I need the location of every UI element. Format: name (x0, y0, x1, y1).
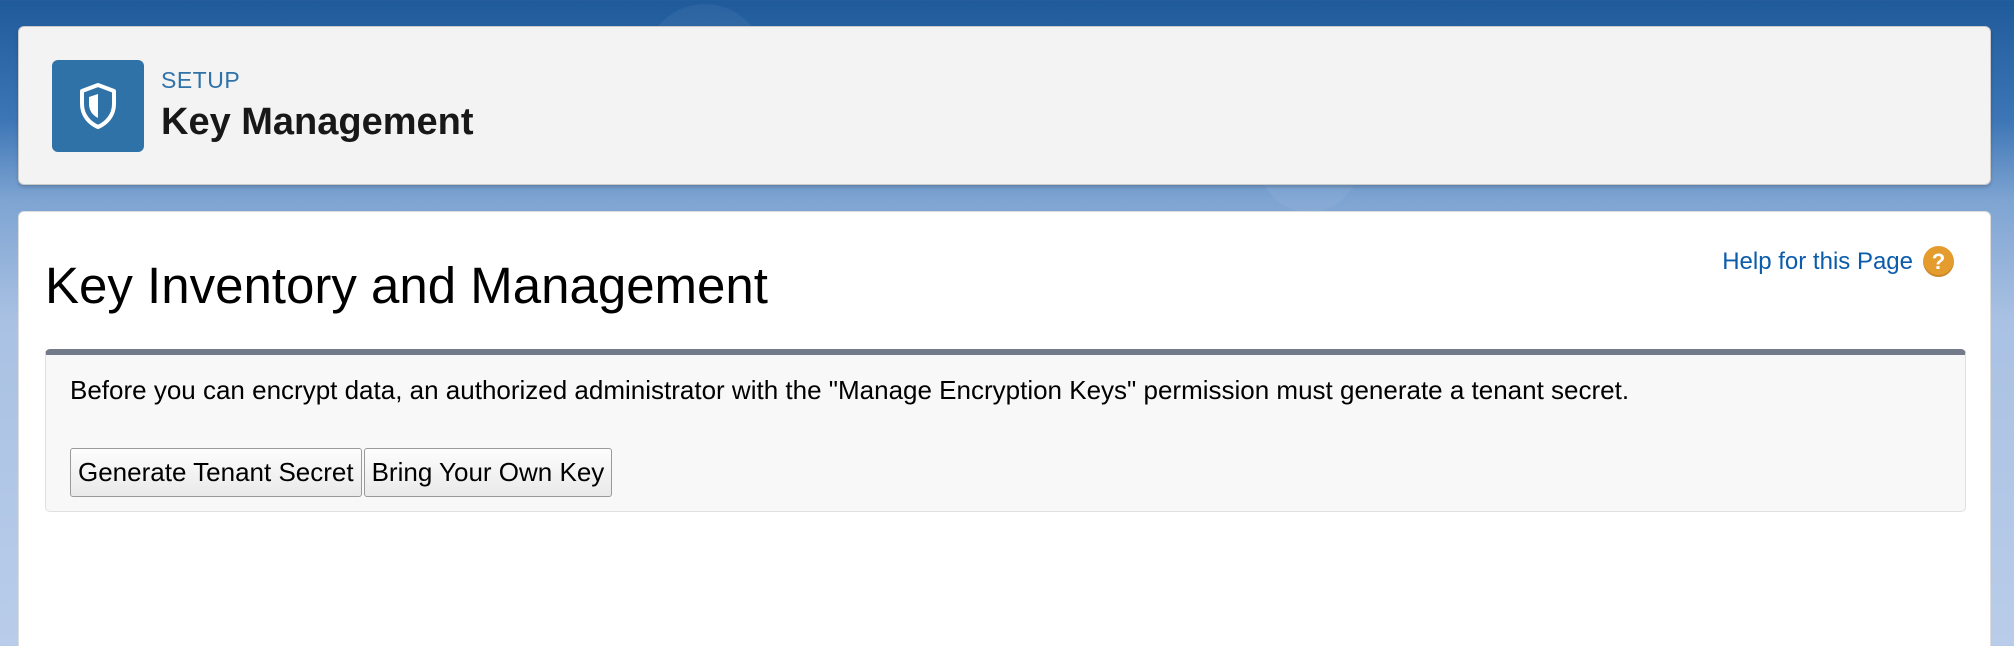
content-card: Key Inventory and Management Help for th… (18, 211, 1991, 646)
info-panel: Before you can encrypt data, an authoriz… (45, 349, 1966, 512)
info-message: Before you can encrypt data, an authoriz… (70, 375, 1630, 405)
help-icon: ? (1923, 246, 1954, 277)
generate-tenant-secret-button[interactable]: Generate Tenant Secret (70, 448, 362, 497)
page-header-title: Key Management (161, 101, 474, 143)
help-link-label: Help for this Page (1722, 247, 1913, 275)
button-row: Generate Tenant Secret Bring Your Own Ke… (70, 448, 613, 497)
setup-header: SETUP Key Management (18, 26, 1991, 185)
page-title: Key Inventory and Management (45, 257, 768, 314)
bring-your-own-key-button[interactable]: Bring Your Own Key (363, 448, 613, 497)
setup-label: SETUP (161, 67, 241, 93)
help-link[interactable]: Help for this Page ? (1722, 246, 1954, 277)
shield-icon (52, 60, 144, 152)
